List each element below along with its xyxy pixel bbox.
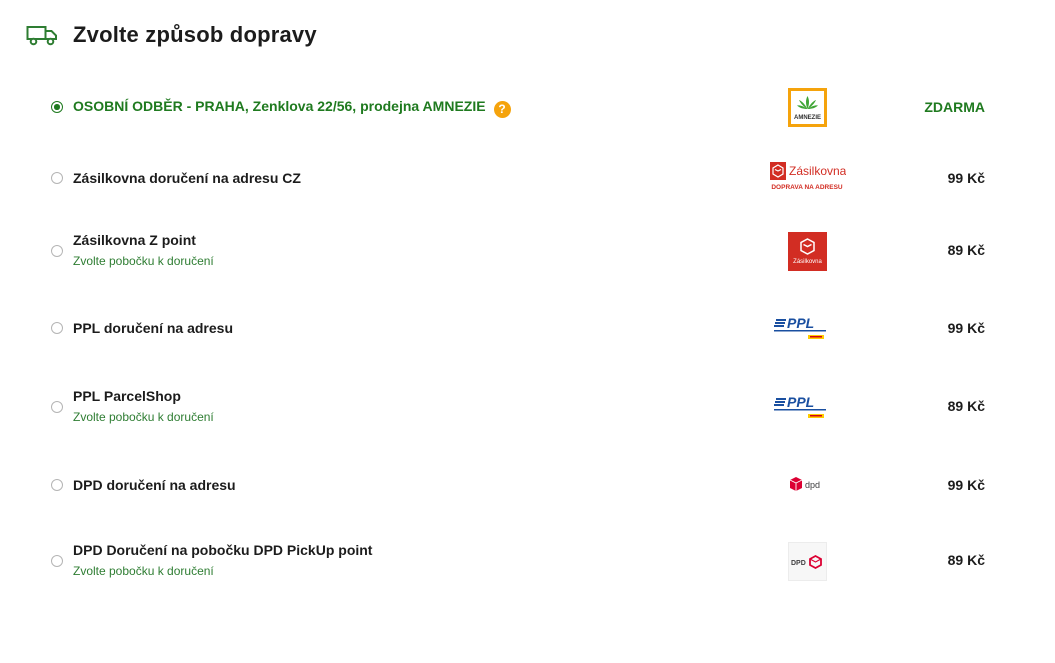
dpd-logo-text: dpd bbox=[805, 480, 820, 490]
option-price: ZDARMA bbox=[924, 99, 985, 115]
radio-button[interactable] bbox=[51, 479, 63, 491]
ppl-logo-text: PPL bbox=[787, 315, 814, 331]
option-price: 99 Kč bbox=[947, 170, 985, 186]
option-subtext: Zvolte pobočku k doručení bbox=[73, 254, 214, 268]
radio-button[interactable] bbox=[51, 401, 63, 413]
ppl-logo: PPL bbox=[768, 308, 846, 348]
dpd-pickup-logo-text: DPD bbox=[791, 560, 806, 567]
shipping-option-ppl-parcelshop[interactable]: PPL ParcelShop Zvolte pobočku k doručení… bbox=[0, 376, 1055, 446]
zasilkovna-logo-text: Zásilkovna bbox=[789, 164, 846, 178]
radio-button-selected[interactable] bbox=[51, 101, 63, 113]
shipping-option-dpd-pickup[interactable]: DPD Doručení na pobočku DPD PickUp point… bbox=[0, 532, 1055, 602]
shipping-header: Zvolte způsob dopravy bbox=[26, 18, 317, 52]
zpoint-logo-text: Zásilkovna bbox=[793, 259, 822, 265]
shipping-option-ppl-address[interactable]: PPL doručení na adresu PPL 99 Kč bbox=[0, 293, 1055, 363]
zasilkovna-logo-subtext: DOPRAVA NA ADRESU bbox=[771, 184, 843, 191]
radio-button[interactable] bbox=[51, 172, 63, 184]
shipping-option-zasilkovna-address[interactable]: Zásilkovna doručení na adresu CZ Zásilko… bbox=[0, 142, 1055, 212]
radio-button[interactable] bbox=[51, 245, 63, 257]
option-subtext: Zvolte pobočku k doručení bbox=[73, 410, 214, 424]
option-price: 89 Kč bbox=[947, 398, 985, 414]
truck-icon bbox=[26, 26, 57, 46]
radio-button[interactable] bbox=[51, 555, 63, 567]
option-name: DPD doručení na adresu bbox=[73, 477, 236, 493]
option-name: Zásilkovna Z point bbox=[73, 232, 196, 248]
zasilkovna-address-logo: Zásilkovna DOPRAVA NA ADRESU bbox=[768, 158, 846, 198]
dpd-logo: dpd bbox=[768, 465, 846, 505]
option-price: 89 Kč bbox=[947, 552, 985, 568]
amnezie-logo: AMNEZIE bbox=[768, 87, 846, 127]
option-subtext: Zvolte pobočku k doručení bbox=[73, 564, 214, 578]
shipping-option-dpd-address[interactable]: DPD doručení na adresu dpd 99 Kč bbox=[0, 450, 1055, 520]
page-title: Zvolte způsob dopravy bbox=[73, 22, 317, 47]
option-name: PPL doručení na adresu bbox=[73, 320, 234, 336]
radio-button[interactable] bbox=[51, 322, 63, 334]
option-name: PPL ParcelShop bbox=[73, 388, 181, 404]
option-price: 99 Kč bbox=[947, 477, 985, 493]
help-icon[interactable]: ? bbox=[493, 101, 511, 118]
ppl-logo: PPL bbox=[768, 387, 846, 427]
dpd-pickup-logo: DPD bbox=[768, 541, 846, 581]
ppl-logo-text: PPL bbox=[787, 394, 814, 410]
option-name: Zásilkovna doručení na adresu CZ bbox=[73, 170, 301, 186]
option-name: DPD Doručení na pobočku DPD PickUp point bbox=[73, 542, 373, 558]
option-price: 89 Kč bbox=[947, 242, 985, 258]
amnezie-logo-text: AMNEZIE bbox=[794, 115, 821, 121]
option-price: 99 Kč bbox=[947, 320, 985, 336]
shipping-option-pickup-praha[interactable]: OSOBNÍ ODBĚR - PRAHA, Zenklova 22/56, pr… bbox=[0, 71, 1055, 141]
shipping-option-zasilkovna-zpoint[interactable]: Zásilkovna Z point Zvolte pobočku k doru… bbox=[0, 220, 1055, 290]
zasilkovna-zpoint-logo: Zásilkovna bbox=[768, 231, 846, 271]
option-name: OSOBNÍ ODBĚR - PRAHA, Zenklova 22/56, pr… bbox=[73, 98, 486, 114]
